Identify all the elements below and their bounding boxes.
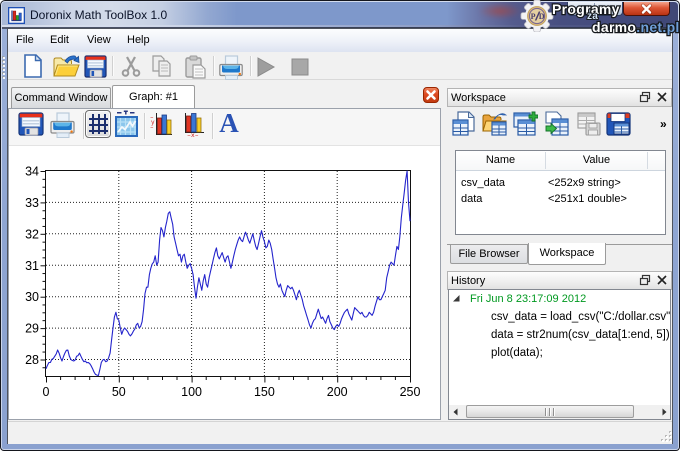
svg-text:D: D: [539, 12, 545, 21]
svg-text:200: 200: [327, 385, 348, 399]
svg-text:31: 31: [25, 259, 39, 273]
svg-text:50: 50: [112, 385, 126, 399]
svg-text:–x–: –x–: [187, 132, 199, 137]
svg-text:150: 150: [254, 385, 275, 399]
svg-text:250: 250: [400, 385, 421, 399]
svg-text:34: 34: [25, 165, 39, 179]
svg-text:P: P: [531, 12, 536, 21]
svg-text:28: 28: [25, 353, 39, 367]
svg-text:33: 33: [25, 196, 39, 210]
svg-text:30: 30: [25, 290, 39, 304]
svg-text:100: 100: [181, 385, 202, 399]
svg-text:32: 32: [25, 227, 39, 241]
svg-text:–: –: [150, 124, 154, 131]
svg-text:29: 29: [25, 322, 39, 336]
svg-text:0: 0: [43, 385, 50, 399]
